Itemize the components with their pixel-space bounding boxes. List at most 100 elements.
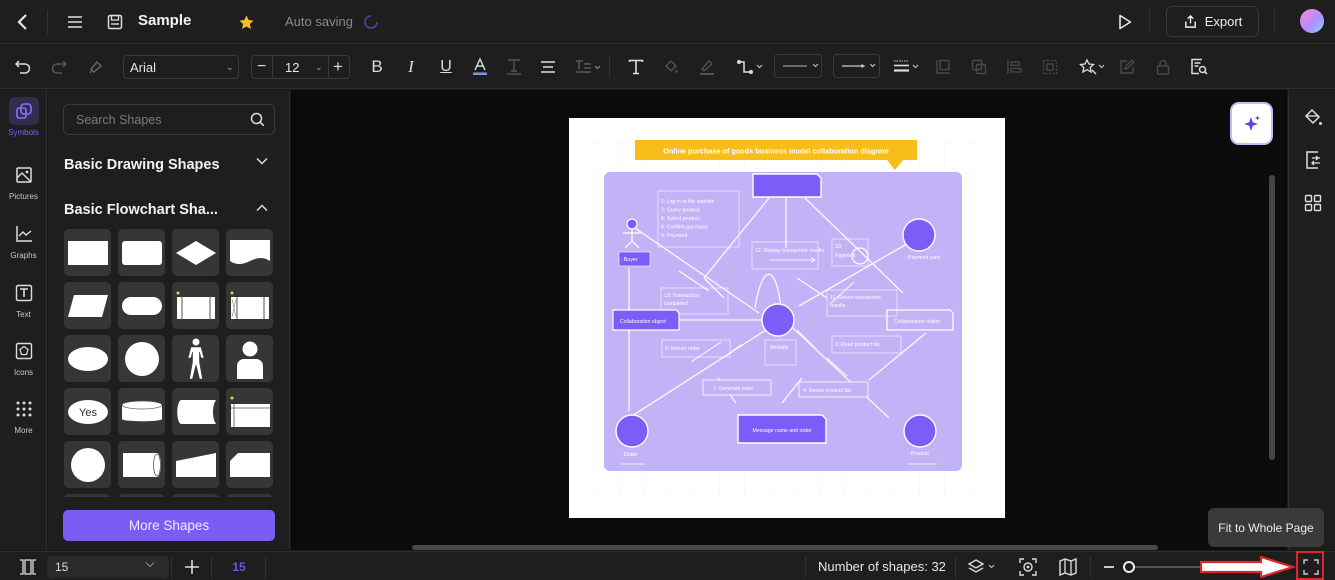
apps-grid-icon[interactable] [1301, 191, 1325, 215]
zoom-out-icon[interactable] [1102, 559, 1116, 575]
more-shapes-button[interactable]: More Shapes [63, 510, 275, 541]
send-back-icon[interactable] [968, 56, 990, 78]
chevron-down-icon[interactable] [256, 157, 268, 165]
back-icon[interactable] [12, 11, 34, 33]
document-title[interactable]: Sample [138, 12, 191, 29]
order-node [615, 414, 649, 448]
shape-stored-data[interactable] [172, 388, 219, 435]
italic-icon[interactable]: I [401, 56, 421, 78]
export-button[interactable]: Export [1166, 6, 1259, 37]
underline-icon[interactable]: U [436, 56, 456, 78]
section-basic-drawing-shapes[interactable]: Basic Drawing Shapes [64, 157, 220, 173]
shape-data[interactable] [64, 282, 111, 329]
shape-ellipse[interactable] [64, 335, 111, 382]
rail-item-graphs[interactable]: Graphs [0, 220, 47, 260]
shape-cylinder[interactable] [118, 388, 165, 435]
autosave-status: Auto saving [285, 14, 353, 29]
vertical-scrollbar[interactable] [1269, 175, 1275, 460]
section-basic-flowchart-shapes[interactable]: Basic Flowchart Sha... [64, 202, 218, 218]
arrow-style-select[interactable] [833, 54, 880, 78]
shape-process[interactable] [64, 229, 111, 276]
format-painter-icon[interactable] [85, 56, 107, 78]
bring-front-icon[interactable] [932, 56, 954, 78]
line-color-icon[interactable] [696, 56, 718, 78]
rail-item-symbols[interactable]: Symbols [0, 97, 47, 137]
save-icon[interactable] [104, 11, 126, 33]
shape-more[interactable] [64, 494, 111, 497]
more-icon [9, 395, 39, 423]
page-tab[interactable]: 15 [222, 557, 256, 577]
message-note-label: Message name and order [752, 428, 811, 434]
shape-more[interactable] [118, 494, 165, 497]
rail-item-icons[interactable]: Icons [0, 337, 47, 377]
shape-predefined-process[interactable] [172, 282, 219, 329]
shape-terminator[interactable] [118, 282, 165, 329]
group-icon[interactable] [1039, 56, 1061, 78]
fill-style-icon[interactable] [1301, 106, 1325, 130]
shape-more[interactable] [172, 494, 219, 497]
shape-internal-storage[interactable] [226, 282, 273, 329]
horizontal-scrollbar[interactable] [412, 545, 1158, 550]
bold-icon[interactable]: B [367, 56, 387, 78]
page-layout-icon[interactable] [17, 557, 39, 577]
redo-icon[interactable] [48, 56, 70, 78]
rail-item-pictures[interactable]: Pictures [0, 161, 47, 201]
shape-document[interactable] [226, 229, 273, 276]
shape-manual-input[interactable] [172, 441, 219, 488]
line-spacing-icon[interactable] [573, 56, 603, 78]
focus-icon[interactable] [1018, 557, 1038, 577]
find-icon[interactable] [1188, 56, 1210, 78]
shape-rounded-rectangle[interactable] [118, 229, 165, 276]
layers-icon[interactable] [966, 557, 1000, 577]
avatar[interactable] [1300, 9, 1324, 33]
shape-actor[interactable] [172, 335, 219, 382]
shape-connector[interactable] [64, 441, 111, 488]
font-size-stepper[interactable]: − 12 ⌄ + [251, 55, 350, 79]
text-icon[interactable] [625, 56, 647, 78]
align-objects-icon[interactable] [1003, 56, 1025, 78]
search-icon[interactable] [250, 112, 265, 127]
page-settings-icon[interactable] [1301, 148, 1325, 172]
shape-card[interactable] [226, 441, 273, 488]
canvas[interactable]: Online purchase of goods business model … [291, 90, 1287, 550]
align-icon[interactable] [538, 56, 558, 78]
order-label: : Order [621, 452, 637, 458]
chevron-down-icon[interactable]: ⌄ [315, 62, 323, 73]
font-family-select[interactable]: Arial ⌄ [123, 55, 239, 79]
fill-icon[interactable] [660, 56, 682, 78]
magic-icon[interactable] [1078, 56, 1110, 78]
font-color-icon[interactable] [470, 56, 490, 78]
ai-assistant-button[interactable] [1232, 104, 1271, 143]
shape-more[interactable] [226, 494, 273, 497]
zoom-slider-handle[interactable] [1123, 561, 1135, 573]
shape-yes-label[interactable]: Yes [64, 388, 111, 435]
lock-icon[interactable] [1152, 56, 1174, 78]
menu-icon[interactable] [64, 12, 86, 32]
line-style-select[interactable] [774, 54, 822, 78]
chevron-up-icon[interactable] [256, 204, 268, 212]
text-style-icon[interactable] [504, 56, 524, 78]
line-weight-icon[interactable] [892, 56, 924, 78]
shape-user[interactable] [226, 335, 273, 382]
undo-icon[interactable] [12, 56, 34, 78]
map-icon[interactable] [1058, 557, 1078, 577]
decrease-size-icon[interactable]: − [257, 58, 266, 76]
shape-decision[interactable] [172, 229, 219, 276]
rail-item-text[interactable]: Text [0, 279, 47, 319]
rail-item-more[interactable]: More [0, 395, 47, 435]
export-icon [1183, 14, 1198, 29]
add-page-icon[interactable] [182, 557, 202, 577]
edit-icon[interactable] [1116, 56, 1138, 78]
increase-size-icon[interactable]: + [333, 57, 343, 77]
play-icon[interactable] [1114, 11, 1136, 33]
title-bar: Sample Auto saving Export [0, 0, 1335, 44]
shape-circle[interactable] [118, 335, 165, 382]
connector-icon[interactable] [735, 56, 767, 78]
shape-card-table[interactable] [226, 388, 273, 435]
page-select[interactable]: 15 [47, 556, 169, 578]
diagram-page[interactable]: Online purchase of goods business model … [569, 118, 1005, 518]
search-shapes-input[interactable]: Search Shapes [63, 104, 275, 135]
shape-direct-access-storage[interactable] [118, 441, 165, 488]
star-icon[interactable] [235, 11, 257, 33]
font-size-value[interactable]: 12 [285, 60, 299, 75]
